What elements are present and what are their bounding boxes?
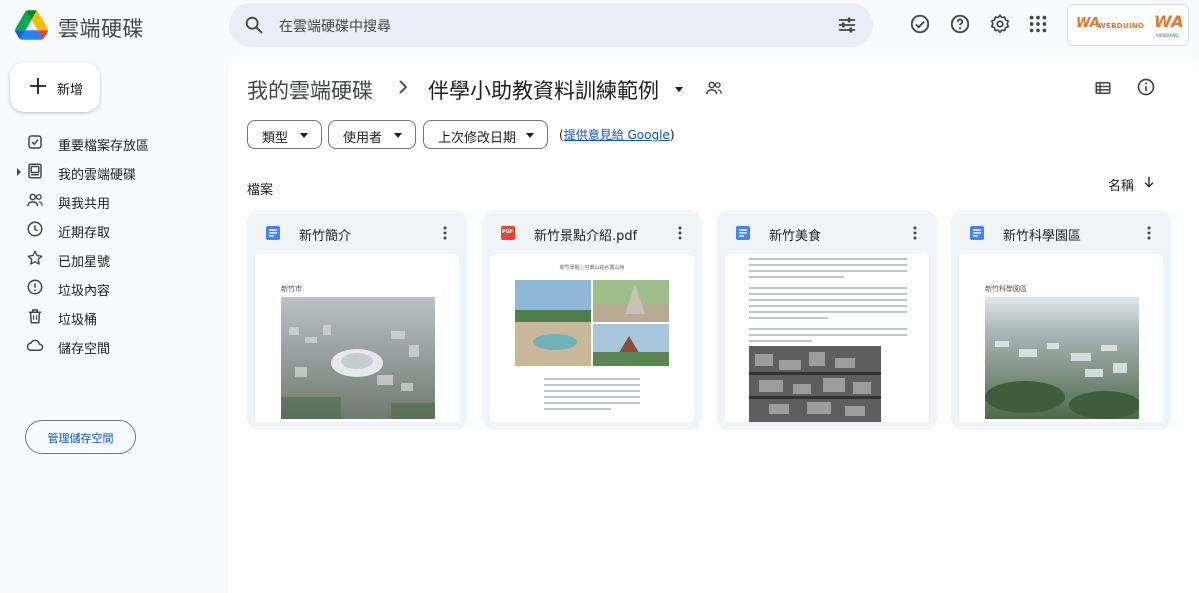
thumbnail-caption: 新竹科學園區 bbox=[985, 285, 1027, 293]
avatar-text: WEBDUINO bbox=[1156, 33, 1179, 38]
spam-icon bbox=[27, 279, 43, 295]
feedback-text: (提供意見給 Google) bbox=[559, 126, 675, 143]
drive-logo-icon[interactable] bbox=[15, 10, 48, 40]
more-options-icon[interactable] bbox=[672, 225, 688, 241]
filter-chip-label: 使用者 bbox=[343, 131, 383, 146]
offline-ready-icon[interactable] bbox=[909, 13, 931, 35]
sidebar-item-storage[interactable]: 儲存空間 bbox=[0, 331, 220, 360]
file-card[interactable]: 新竹美食 bbox=[717, 210, 937, 430]
expand-caret-icon[interactable] bbox=[17, 168, 21, 176]
chevron-down-icon bbox=[526, 133, 534, 138]
chevron-down-icon bbox=[394, 133, 402, 138]
sidebar-item-priority[interactable]: 重要檔案存放區 bbox=[0, 128, 220, 157]
more-options-icon[interactable] bbox=[437, 225, 453, 241]
help-icon[interactable] bbox=[949, 13, 971, 35]
files-section-title: 檔案 bbox=[247, 183, 274, 198]
account-logo-text: WEBDUINO bbox=[1098, 22, 1145, 30]
shared-folder-icon[interactable] bbox=[705, 79, 723, 97]
chevron-right-icon bbox=[399, 80, 408, 94]
top-bar: 雲端硬碟 在雲端硬碟中搜尋 WA WEBDUINO WA WEBDUINO bbox=[0, 0, 1199, 52]
manage-storage-label: 管理儲存空間 bbox=[47, 432, 114, 445]
file-card[interactable]: 新竹科學園區 新竹科學園區 bbox=[951, 210, 1171, 430]
avatar[interactable]: WA bbox=[1154, 12, 1183, 31]
sidebar-item-label: 已加星號 bbox=[58, 255, 111, 270]
breadcrumb-current-folder[interactable]: 伴學小助教資料訓練範例 bbox=[428, 75, 659, 105]
sidebar-item-label: 我的雲端硬碟 bbox=[58, 168, 137, 183]
file-thumbnail: 新竹景點 | 可御山莊水露山館 bbox=[490, 254, 694, 422]
google-docs-icon bbox=[970, 226, 984, 240]
file-thumbnail bbox=[725, 254, 929, 422]
sidebar-item-my-drive[interactable]: 我的雲端硬碟 bbox=[0, 157, 220, 186]
plus-icon bbox=[29, 77, 47, 95]
document-text-lines bbox=[544, 378, 640, 414]
filter-modified-chip[interactable]: 上次修改日期 bbox=[423, 120, 548, 149]
city-aerial-photo bbox=[281, 297, 435, 419]
manage-storage-button[interactable]: 管理儲存空間 bbox=[25, 420, 136, 454]
more-options-icon[interactable] bbox=[907, 225, 923, 241]
sidebar-item-spam[interactable]: 垃圾內容 bbox=[0, 273, 220, 302]
filter-people-chip[interactable]: 使用者 bbox=[328, 120, 416, 149]
file-name: 新竹美食 bbox=[769, 229, 822, 244]
folder-menu-dropdown-icon[interactable] bbox=[675, 87, 683, 92]
filter-chip-label: 類型 bbox=[262, 131, 289, 146]
sort-by-name-button[interactable]: 名稱 bbox=[1108, 175, 1134, 194]
new-button[interactable]: 新增 bbox=[10, 62, 100, 112]
sidebar-item-label: 垃圾桶 bbox=[58, 313, 98, 328]
thumbnail-caption: 新竹市 bbox=[281, 285, 302, 293]
account-switcher[interactable]: WA WEBDUINO WA WEBDUINO bbox=[1067, 4, 1189, 46]
sidebar-item-label: 與我共用 bbox=[58, 197, 111, 212]
my-drive-icon bbox=[28, 163, 42, 179]
search-icon[interactable] bbox=[243, 14, 265, 36]
search-options-icon[interactable] bbox=[837, 15, 857, 35]
shared-icon bbox=[27, 193, 43, 207]
file-thumbnail: 新竹市 bbox=[255, 254, 459, 422]
science-park-aerial-photo bbox=[985, 297, 1139, 419]
recent-icon bbox=[27, 221, 43, 237]
app-title[interactable]: 雲端硬碟 bbox=[58, 13, 144, 43]
new-button-label: 新增 bbox=[57, 83, 84, 98]
attraction-photo-collage bbox=[515, 280, 669, 366]
file-card[interactable]: PDF 新竹景點介紹.pdf 新竹景點 | 可御山莊水露山館 bbox=[482, 210, 702, 430]
search-bar[interactable]: 在雲端硬碟中搜尋 bbox=[229, 3, 873, 47]
file-name: 新竹科學園區 bbox=[1003, 229, 1082, 244]
breadcrumb-root[interactable]: 我的雲端硬碟 bbox=[247, 75, 373, 105]
google-docs-icon bbox=[266, 226, 280, 240]
sidebar-item-label: 近期存取 bbox=[58, 226, 111, 241]
cloud-icon bbox=[26, 339, 44, 351]
list-view-icon[interactable] bbox=[1094, 79, 1112, 97]
file-card[interactable]: 新竹簡介 新竹市 bbox=[247, 210, 467, 430]
sidebar-item-trash[interactable]: 垃圾桶 bbox=[0, 302, 220, 331]
main-panel: 我的雲端硬碟 伴學小助教資料訓練範例 類型 使用者 上次修改日期 (提供意見給 … bbox=[228, 55, 1199, 593]
file-thumbnail: 新竹科學園區 bbox=[959, 254, 1163, 422]
sidebar-item-label: 垃圾內容 bbox=[58, 284, 111, 299]
priority-icon bbox=[28, 135, 42, 149]
sidebar-nav: 重要檔案存放區 我的雲端硬碟 與我共用 近期存取 已加星號 垃圾內容 垃圾桶 儲… bbox=[0, 128, 220, 360]
filter-type-chip[interactable]: 類型 bbox=[247, 120, 322, 149]
document-text-lines bbox=[749, 258, 907, 346]
search-input[interactable]: 在雲端硬碟中搜尋 bbox=[279, 16, 391, 36]
star-icon bbox=[27, 250, 43, 265]
chevron-down-icon bbox=[300, 133, 308, 138]
settings-gear-icon[interactable] bbox=[989, 13, 1011, 35]
sidebar-item-label: 儲存空間 bbox=[58, 342, 111, 357]
trash-icon bbox=[29, 309, 41, 324]
feedback-suffix: ) bbox=[669, 128, 675, 142]
apps-grid-icon[interactable] bbox=[1027, 13, 1049, 35]
file-name: 新竹景點介紹.pdf bbox=[534, 229, 638, 244]
feedback-link[interactable]: 提供意見給 Google bbox=[564, 128, 670, 142]
sidebar-item-starred[interactable]: 已加星號 bbox=[0, 244, 220, 273]
more-options-icon[interactable] bbox=[1141, 225, 1157, 241]
pdf-badge-text: PDF bbox=[502, 229, 514, 235]
sort-direction-arrow-icon[interactable] bbox=[1141, 174, 1157, 190]
sidebar-item-shared[interactable]: 與我共用 bbox=[0, 186, 220, 215]
info-icon[interactable] bbox=[1136, 77, 1156, 97]
historic-photo bbox=[749, 346, 881, 422]
thumbnail-caption: 新竹景點 | 可御山莊水露山館 bbox=[559, 265, 625, 271]
sidebar-item-label: 重要檔案存放區 bbox=[58, 139, 150, 154]
sidebar-item-recent[interactable]: 近期存取 bbox=[0, 215, 220, 244]
filter-chip-label: 上次修改日期 bbox=[438, 131, 517, 146]
file-name: 新竹簡介 bbox=[299, 229, 352, 244]
google-docs-icon bbox=[736, 226, 750, 240]
account-logo-mark: WA bbox=[1076, 16, 1100, 31]
